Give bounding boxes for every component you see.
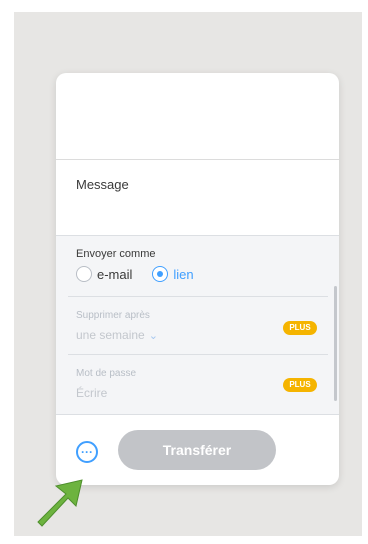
plus-badge: PLUS: [283, 378, 317, 392]
delete-after-value: une semaine: [76, 328, 145, 342]
message-field[interactable]: Message: [76, 177, 129, 192]
scrollbar-thumb[interactable]: [334, 286, 337, 401]
plus-badge: PLUS: [283, 321, 317, 335]
options-panel: Envoyer comme e-mail lien Supprimer aprè…: [56, 235, 339, 415]
send-as-email-option[interactable]: e-mail: [76, 266, 132, 282]
chevron-down-icon: ⌄: [148, 330, 158, 342]
more-options-button[interactable]: ···: [76, 441, 98, 463]
link-radio-label: lien: [173, 266, 194, 282]
email-radio-label: e-mail: [97, 266, 133, 282]
password-input[interactable]: Écrire: [76, 386, 107, 400]
divider: [68, 296, 328, 297]
divider: [56, 159, 339, 160]
link-radio[interactable]: [152, 266, 169, 282]
delete-after-select[interactable]: une semaine ⌄: [76, 328, 158, 342]
transfer-button[interactable]: Transférer: [118, 430, 276, 470]
arrow-annotation-icon: [37, 479, 83, 527]
email-radio[interactable]: [76, 266, 92, 282]
send-as-label: Envoyer comme: [76, 248, 156, 260]
divider: [68, 354, 328, 355]
delete-after-label: Supprimer après: [76, 310, 150, 321]
ellipsis-icon: ···: [81, 445, 93, 459]
password-label: Mot de passe: [76, 368, 137, 379]
send-as-link-option[interactable]: lien: [152, 266, 194, 282]
transfer-dialog: Message Envoyer comme e-mail lien Suppri…: [56, 73, 339, 485]
scrollbar[interactable]: [334, 286, 337, 411]
recipients-area[interactable]: [56, 73, 339, 159]
send-as-radio-group: e-mail lien: [76, 266, 194, 282]
arrow-shape: [37, 479, 83, 527]
